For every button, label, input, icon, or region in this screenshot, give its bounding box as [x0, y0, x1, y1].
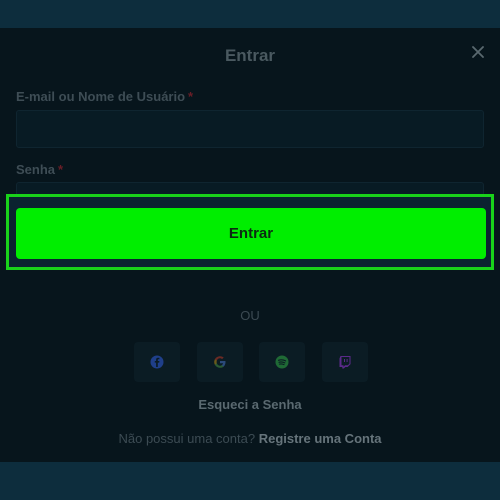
page-header-band: [0, 0, 500, 28]
email-label: E-mail ou Nome de Usuário *: [16, 89, 193, 104]
required-mark: *: [188, 89, 194, 104]
no-account-text: Não possui uma conta?: [118, 431, 256, 446]
password-label-text: Senha: [16, 162, 56, 177]
register-link[interactable]: Registre uma Conta: [259, 431, 382, 446]
login-submit-button[interactable]: Entrar: [16, 208, 486, 259]
or-divider: OU: [240, 308, 260, 323]
facebook-login-button[interactable]: [134, 342, 180, 382]
email-field-wrapper: [16, 110, 484, 148]
modal-title: Entrar: [224, 46, 276, 65]
page-footer-band: [0, 462, 500, 500]
password-label: Senha *: [16, 162, 63, 177]
forgot-password-link[interactable]: Esqueci a Senha: [0, 397, 500, 412]
email-label-text: E-mail ou Nome de Usuário: [16, 89, 186, 104]
facebook-icon: [150, 355, 164, 369]
close-icon: [472, 46, 484, 58]
signup-prompt: Não possui uma conta? Registre uma Conta: [0, 431, 500, 446]
close-button[interactable]: [466, 40, 490, 64]
spotify-login-button[interactable]: [259, 342, 305, 382]
google-login-button[interactable]: [197, 342, 243, 382]
email-field[interactable]: [17, 111, 483, 147]
twitch-login-button[interactable]: [322, 342, 368, 382]
spotify-icon: [275, 355, 289, 369]
twitch-icon: [339, 356, 351, 369]
google-icon: [214, 356, 226, 368]
required-mark: *: [58, 162, 64, 177]
